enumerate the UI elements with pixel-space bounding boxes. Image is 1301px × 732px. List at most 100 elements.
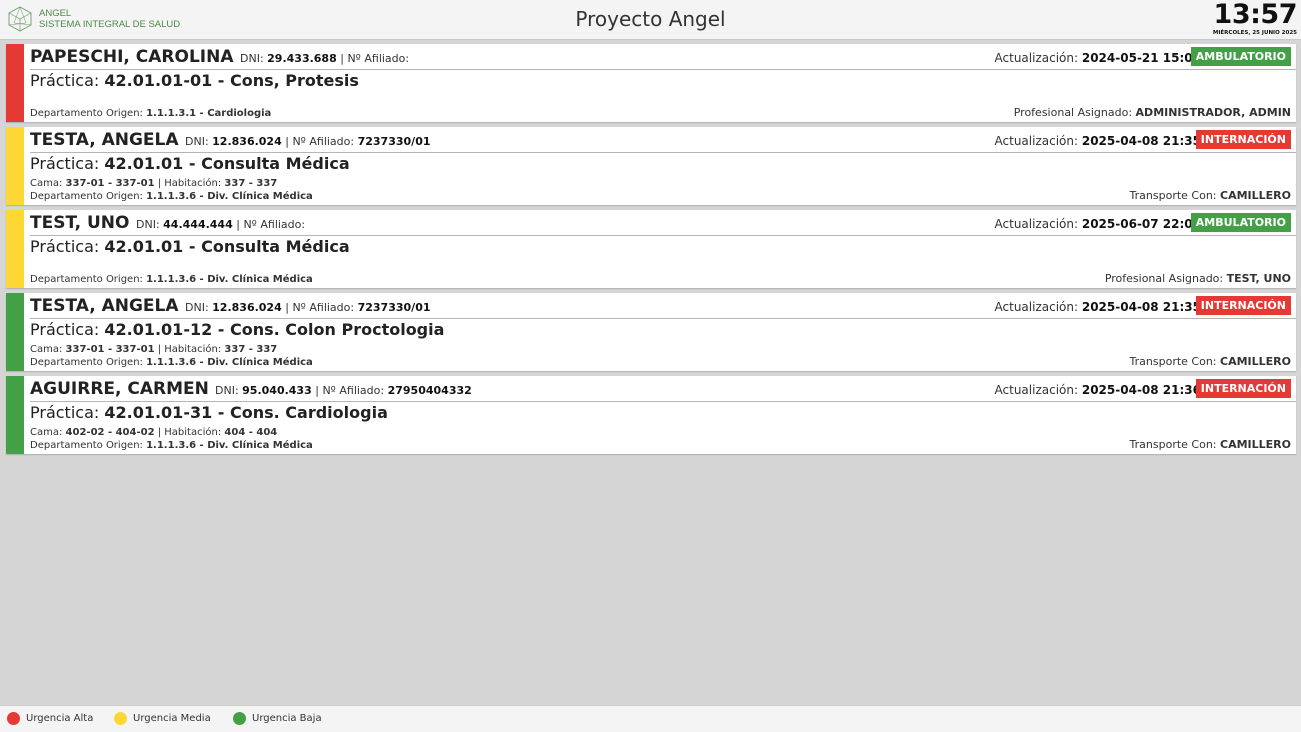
update-value: 2024-05-21 15:05	[1081, 51, 1201, 65]
dni-label: DNI:	[136, 218, 160, 231]
header-bar: ANGEL SISTEMA INTEGRAL DE SALUD Proyecto…	[0, 0, 1301, 40]
practice-line: Práctica: 42.01.01-12 - Cons. Colon Proc…	[30, 320, 444, 339]
patient-name: TESTA, ANGELA	[30, 130, 179, 150]
bed-line: Cama: 337-01 - 337-01 | Habitación: 337 …	[30, 344, 278, 355]
department-label: Departamento Origen:	[30, 357, 143, 368]
update-info: Actualización: 2025-04-08 21:35	[995, 134, 1201, 148]
habitacion-value: 337 - 337	[224, 178, 278, 189]
department-label: Departamento Origen:	[30, 440, 143, 451]
department-label: Departamento Origen:	[30, 274, 143, 285]
habitacion-label: Habitación:	[164, 344, 222, 355]
department-value: 1.1.1.3.1 - Cardiologia	[146, 108, 272, 119]
cama-label: Cama:	[30, 427, 63, 438]
green-dot-icon	[233, 712, 246, 725]
legend-item-media: Urgencia Media	[114, 712, 211, 725]
patient-ids: DNI: 95.040.433 | Nº Afiliado: 279504043…	[215, 384, 472, 397]
status-badge: INTERNACIÓN	[1195, 379, 1291, 398]
patient-card[interactable]: TESTA, ANGELA DNI: 12.836.024 | Nº Afili…	[6, 293, 1296, 371]
habitacion-value: 404 - 404	[224, 427, 278, 438]
legend-bar: Urgencia Alta Urgencia Media Urgencia Ba…	[0, 705, 1301, 732]
afiliado-label: Nº Afiliado:	[243, 218, 306, 231]
update-info: Actualización: 2025-04-08 21:35	[995, 300, 1201, 314]
department-label: Departamento Origen:	[30, 191, 143, 202]
red-dot-icon	[7, 712, 20, 725]
urgency-bar	[6, 127, 24, 205]
legend-label-baja: Urgencia Baja	[252, 713, 322, 724]
patient-name: TESTA, ANGELA	[30, 296, 179, 316]
patient-card[interactable]: AGUIRRE, CARMEN DNI: 95.040.433 | Nº Afi…	[6, 376, 1296, 454]
cama-value: 402-02 - 404-02	[65, 427, 155, 438]
update-label: Actualización:	[994, 217, 1079, 231]
legend-item-baja: Urgencia Baja	[233, 712, 322, 725]
afiliado-label: Nº Afiliado:	[292, 135, 355, 148]
update-value: 2025-04-08 21:36	[1081, 383, 1201, 397]
dni-value: 12.836.024	[212, 135, 282, 148]
cama-value: 337-01 - 337-01	[65, 178, 155, 189]
practice-label: Práctica:	[30, 154, 100, 173]
status-badge: INTERNACIÓN	[1195, 296, 1291, 315]
patient-card[interactable]: PAPESCHI, CAROLINA DNI: 29.433.688 | Nº …	[6, 44, 1296, 122]
assignment-label: Transporte Con:	[1129, 355, 1217, 368]
afiliado-value: 27950404332	[387, 384, 472, 397]
department-line: Departamento Origen: 1.1.1.3.6 - Div. Cl…	[30, 191, 313, 202]
department-line: Departamento Origen: 1.1.1.3.6 - Div. Cl…	[30, 357, 313, 368]
dni-value: 12.836.024	[212, 301, 282, 314]
update-info: Actualización: 2025-06-07 22:05	[995, 217, 1201, 231]
department-line: Departamento Origen: 1.1.1.3.6 - Div. Cl…	[30, 440, 313, 451]
patient-card[interactable]: TEST, UNO DNI: 44.444.444 | Nº Afiliado:…	[6, 210, 1296, 288]
afiliado-value: 7237330/01	[357, 135, 431, 148]
afiliado-label: Nº Afiliado:	[292, 301, 355, 314]
urgency-bar	[6, 376, 24, 454]
practice-label: Práctica:	[30, 403, 100, 422]
department-value: 1.1.1.3.6 - Div. Clínica Médica	[146, 357, 313, 368]
clock: 13:57 MIÉRCOLES, 25 JUNIO 2025	[1212, 0, 1298, 36]
cama-value: 337-01 - 337-01	[65, 344, 155, 355]
assignment-value: CAMILLERO	[1220, 438, 1291, 451]
assignment-line: Transporte Con: CAMILLERO	[1130, 438, 1291, 451]
practice-value: 42.01.01-01 - Cons, Protesis	[104, 71, 359, 90]
urgency-bar	[6, 44, 24, 122]
clock-date: MIÉRCOLES, 25 JUNIO 2025	[1212, 30, 1297, 36]
practice-label: Práctica:	[30, 320, 100, 339]
assignment-line: Transporte Con: CAMILLERO	[1130, 355, 1291, 368]
card-header-row: PAPESCHI, CAROLINA DNI: 29.433.688 | Nº …	[30, 44, 1296, 70]
bed-line: Cama: 402-02 - 404-02 | Habitación: 404 …	[30, 427, 278, 438]
practice-line: Práctica: 42.01.01 - Consulta Médica	[30, 154, 350, 173]
department-line: Departamento Origen: 1.1.1.3.6 - Div. Cl…	[30, 274, 313, 285]
card-header-row: TESTA, ANGELA DNI: 12.836.024 | Nº Afili…	[30, 127, 1296, 153]
card-header-row: AGUIRRE, CARMEN DNI: 95.040.433 | Nº Afi…	[30, 376, 1296, 402]
afiliado-label: Nº Afiliado:	[322, 384, 385, 397]
dni-label: DNI:	[240, 52, 264, 65]
practice-value: 42.01.01-31 - Cons. Cardiologia	[104, 403, 388, 422]
patient-card[interactable]: TESTA, ANGELA DNI: 12.836.024 | Nº Afili…	[6, 127, 1296, 205]
department-value: 1.1.1.3.6 - Div. Clínica Médica	[146, 274, 313, 285]
practice-line: Práctica: 42.01.01 - Consulta Médica	[30, 237, 350, 256]
cama-label: Cama:	[30, 178, 63, 189]
habitacion-value: 337 - 337	[224, 344, 278, 355]
practice-label: Práctica:	[30, 237, 100, 256]
department-value: 1.1.1.3.6 - Div. Clínica Médica	[146, 440, 313, 451]
habitacion-label: Habitación:	[164, 427, 222, 438]
practice-line: Práctica: 42.01.01-01 - Cons, Protesis	[30, 71, 359, 90]
update-label: Actualización:	[994, 383, 1079, 397]
dni-label: DNI:	[185, 135, 209, 148]
assignment-line: Transporte Con: CAMILLERO	[1130, 189, 1291, 202]
update-label: Actualización:	[994, 51, 1079, 65]
legend-item-alta: Urgencia Alta	[7, 712, 93, 725]
status-badge: AMBULATORIO	[1190, 213, 1291, 232]
page-title: Proyecto Angel	[575, 7, 726, 31]
afiliado-value: 7237330/01	[357, 301, 431, 314]
practice-line: Práctica: 42.01.01-31 - Cons. Cardiologi…	[30, 403, 388, 422]
patient-ids: DNI: 12.836.024 | Nº Afiliado: 7237330/0…	[185, 135, 431, 148]
legend-label-media: Urgencia Media	[133, 713, 211, 724]
assignment-label: Profesional Asignado:	[1104, 272, 1224, 285]
assignment-value: CAMILLERO	[1220, 189, 1291, 202]
patient-ids: DNI: 12.836.024 | Nº Afiliado: 7237330/0…	[185, 301, 431, 314]
patient-name: PAPESCHI, CAROLINA	[30, 47, 234, 67]
assignment-label: Transporte Con:	[1129, 189, 1217, 202]
urgency-bar	[6, 210, 24, 288]
habitacion-label: Habitación:	[164, 178, 222, 189]
cama-label: Cama:	[30, 344, 63, 355]
patient-name: TEST, UNO	[30, 213, 130, 233]
patient-ids: DNI: 44.444.444 | Nº Afiliado:	[136, 218, 306, 231]
